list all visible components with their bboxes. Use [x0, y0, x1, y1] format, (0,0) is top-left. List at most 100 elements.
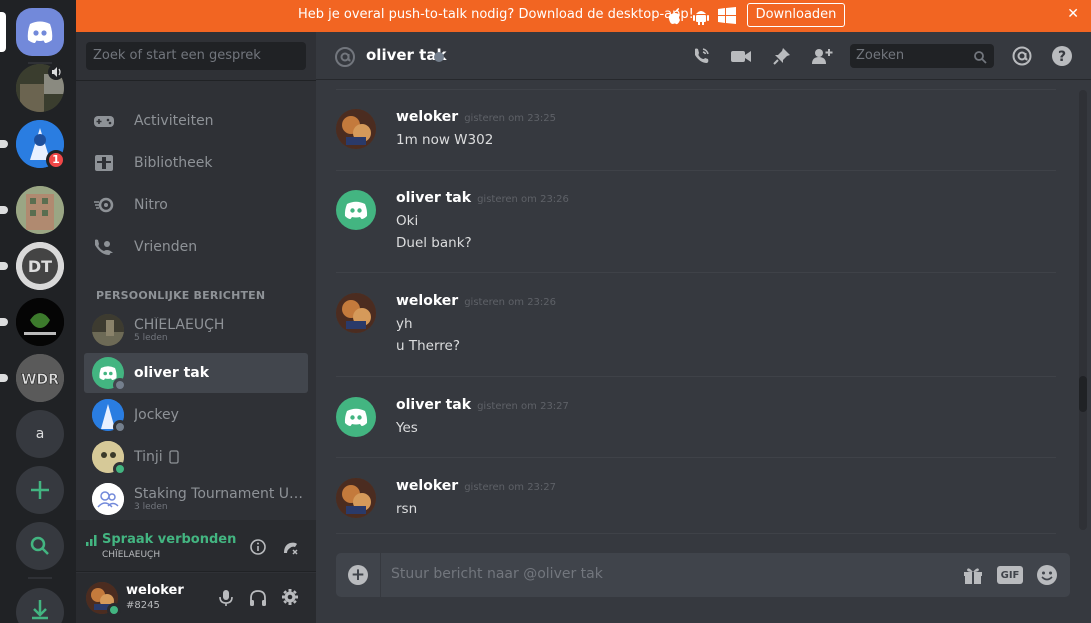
message-timestamp: gisteren om 23:25 — [464, 113, 557, 124]
message-text: Duel bank? — [396, 235, 472, 251]
dm-search-input[interactable]: Zoek of start een gesprek — [86, 42, 306, 70]
gift-icon[interactable] — [962, 564, 984, 586]
message-group: oliver tak gisteren om 23:27 Yes — [336, 397, 1056, 447]
avatar — [92, 399, 127, 434]
message-author[interactable]: weloker — [396, 478, 458, 494]
dm-item-staking-tournament[interactable]: Staking Tournament Un... 3 leden — [84, 479, 308, 519]
server-building[interactable] — [16, 186, 64, 234]
server-wdr[interactable]: WDR — [16, 354, 64, 402]
server-letter-a[interactable]: a — [16, 410, 64, 458]
dm-name: Staking Tournament Un... — [134, 486, 304, 502]
dm-item-tinji[interactable]: Tinji — [84, 437, 308, 477]
video-call-icon[interactable] — [729, 44, 753, 68]
server-avatar-icon: WDR — [16, 354, 64, 402]
unread-indicator — [0, 262, 8, 270]
gif-button[interactable]: GIF — [997, 566, 1023, 584]
dm-name: CHÏELAEUÇH — [134, 317, 225, 333]
avatar[interactable] — [336, 293, 376, 333]
scrollbar-track[interactable] — [1079, 90, 1087, 530]
group-avatar — [92, 483, 124, 515]
dm-name: Jockey — [134, 407, 179, 423]
svg-text:DT: DT — [28, 257, 52, 276]
scrollbar-thumb[interactable] — [1079, 376, 1087, 412]
unread-indicator — [0, 374, 8, 382]
upload-plus-icon[interactable]: + — [348, 565, 368, 585]
mobile-icon — [169, 450, 179, 464]
gear-icon[interactable] — [281, 588, 299, 606]
message-divider — [336, 457, 1056, 458]
nav-friends[interactable]: Vrienden — [84, 226, 308, 268]
user-panel: weloker #8245 — [76, 573, 316, 623]
library-icon — [92, 151, 116, 175]
message-group: weloker gisteren om 23:26 yh u Therre? — [336, 293, 1056, 363]
banner-text: Heb je overal push-to-talk nodig? Downlo… — [298, 7, 694, 22]
discord-app: 1 DT WDR a Heb je overal push-to-talk no… — [0, 0, 1091, 623]
nav-nitro[interactable]: Nitro — [84, 184, 308, 226]
username: weloker — [126, 583, 184, 598]
add-server-button[interactable] — [16, 466, 64, 514]
apple-icon — [668, 8, 680, 25]
message-author[interactable]: weloker — [396, 109, 458, 125]
pin-icon[interactable] — [770, 44, 794, 68]
dm-item-oliver-tak[interactable]: oliver tak — [84, 353, 308, 393]
dm-item-jockey[interactable]: Jockey — [84, 395, 308, 435]
nav-label: Activiteiten — [134, 113, 214, 129]
message-author[interactable]: weloker — [396, 293, 458, 309]
avatar — [92, 357, 127, 392]
message-list: weloker gisteren om 23:25 1m now W302 oli… — [316, 81, 1091, 536]
emoji-icon[interactable] — [1036, 564, 1058, 586]
message-author[interactable]: oliver tak — [396, 397, 471, 413]
message-group: weloker gisteren om 23:25 1m now W302 — [336, 109, 1056, 159]
unread-indicator — [0, 140, 8, 148]
section-title-dms: PERSOONLIJKE BERICHTEN — [96, 289, 266, 302]
explore-servers-button[interactable] — [16, 522, 64, 570]
status-offline-icon — [113, 420, 127, 434]
dm-item-group-chielaeuch[interactable]: CHÏELAEUÇH 5 leden — [84, 310, 308, 350]
info-icon[interactable] — [249, 538, 267, 556]
avatar — [92, 441, 127, 476]
discord-logo-icon — [344, 408, 368, 426]
promo-banner: Heb je overal push-to-talk nodig? Downlo… — [76, 0, 1091, 32]
plus-icon — [31, 481, 49, 499]
android-icon — [693, 11, 709, 25]
server-avatar-icon — [16, 298, 64, 346]
nav-activities[interactable]: Activiteiten — [84, 100, 308, 142]
download-icon — [32, 600, 48, 620]
message-timestamp: gisteren om 23:26 — [464, 297, 557, 308]
help-icon[interactable]: ? — [1050, 44, 1074, 68]
nitro-icon — [92, 193, 116, 217]
status-offline-icon — [113, 378, 127, 392]
nav-library[interactable]: Bibliotheek — [84, 142, 308, 184]
voice-volume-icon — [48, 64, 64, 80]
message-divider — [336, 170, 1056, 171]
message-author[interactable]: oliver tak — [396, 190, 471, 206]
avatar[interactable] — [336, 478, 376, 518]
unread-indicator — [0, 318, 8, 326]
avatar[interactable] — [336, 397, 376, 437]
disconnect-icon[interactable] — [281, 538, 299, 556]
message-text: Yes — [396, 420, 418, 436]
home-button[interactable] — [16, 8, 64, 56]
message-input[interactable]: Stuur bericht naar @oliver tak — [391, 566, 603, 582]
headphones-icon[interactable] — [249, 589, 267, 607]
message-text: rsn — [396, 501, 418, 517]
close-banner-icon[interactable]: ✕ — [1067, 6, 1079, 22]
avatar[interactable] — [336, 190, 376, 230]
voice-status-text[interactable]: Spraak verbonden — [102, 532, 236, 547]
gamepad-icon — [92, 109, 116, 133]
svg-text:WDR: WDR — [21, 372, 59, 388]
avatar[interactable] — [336, 109, 376, 149]
add-friend-icon[interactable] — [810, 44, 834, 68]
download-app-button[interactable]: Downloaden — [747, 3, 845, 27]
server-allwealth[interactable] — [16, 298, 64, 346]
nav-label: Nitro — [134, 197, 168, 213]
windows-icon — [718, 7, 736, 24]
download-apps-button[interactable] — [16, 588, 64, 623]
dm-name: oliver tak — [134, 365, 210, 381]
mentions-icon[interactable] — [1010, 44, 1034, 68]
microphone-icon[interactable] — [218, 589, 234, 607]
server-dt[interactable]: DT — [16, 242, 64, 290]
voice-call-icon[interactable] — [689, 44, 713, 68]
member-count: 3 leden — [134, 502, 168, 512]
mention-badge: 1 — [46, 150, 66, 170]
